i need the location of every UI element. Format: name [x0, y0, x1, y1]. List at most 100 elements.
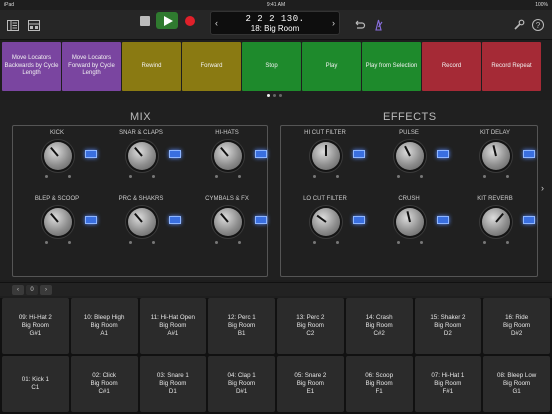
knob-range-dots	[45, 175, 71, 178]
effects-knob[interactable]	[482, 208, 510, 236]
record-button[interactable]	[185, 16, 195, 26]
effects-toggle-led[interactable]	[353, 150, 365, 158]
command-button[interactable]: Play	[302, 42, 361, 91]
stop-button[interactable]	[140, 16, 150, 26]
command-button[interactable]: Move Locators Backwards by Cycle Length	[2, 42, 61, 91]
knob-range-dots	[313, 175, 339, 178]
knob-range-dots	[215, 175, 241, 178]
effects-toggle-led[interactable]	[437, 216, 449, 224]
page-indicator	[267, 94, 282, 97]
drum-pad[interactable]: 04: Clap 1 Big Room D#1	[208, 356, 275, 412]
mix-knob[interactable]	[128, 208, 156, 236]
range-dot	[215, 175, 218, 178]
play-icon	[163, 15, 173, 26]
drum-pad[interactable]: 16: Ride Big Room D#2	[483, 298, 550, 354]
pad-kit: Big Room	[365, 379, 393, 387]
knob-range-dots	[129, 241, 155, 244]
mix-knob-cell: BLEP & SCOOP	[27, 196, 107, 256]
library-icon[interactable]	[6, 18, 20, 32]
pad-kit: Big Room	[296, 379, 324, 387]
mix-toggle-led[interactable]	[255, 150, 267, 158]
range-dot	[313, 175, 316, 178]
drum-pad[interactable]: 01: Kick 1 C1	[2, 356, 69, 412]
effects-box: HI CUT FILTER PULSE KIT DELAY LO CUT FILTER…	[280, 125, 538, 277]
mix-toggle-led[interactable]	[255, 216, 267, 224]
wrench-icon[interactable]	[512, 18, 526, 32]
effects-knob[interactable]	[396, 142, 424, 170]
mix-toggle-led[interactable]	[169, 150, 181, 158]
drum-pad[interactable]: 13: Perc 2 Big Room C2	[277, 298, 344, 354]
knob-range-dots	[45, 241, 71, 244]
pad-name: 10: Bleep High	[83, 313, 125, 321]
pad-kit: Big Room	[90, 321, 118, 329]
pad-kit: Big Room	[21, 321, 49, 329]
effects-knob[interactable]	[312, 142, 340, 170]
drum-pad[interactable]: 05: Snare 2 Big Room E1	[277, 356, 344, 412]
mix-panel: MIX KICK SNAR & CLAPS HI-HATS BLEP & SCOOP P…	[0, 100, 276, 280]
help-icon[interactable]: ?	[531, 18, 545, 32]
drum-pad[interactable]: 07: Hi-Hat 1 Big Room F#1	[414, 356, 482, 412]
drum-pad[interactable]: 09: Hi-Hat 2 Big Room G#1	[2, 298, 69, 354]
drum-pad[interactable]: 03: Snare 1 Big Room D1	[139, 356, 207, 412]
command-button[interactable]: Record	[422, 42, 481, 91]
knob-pointer	[50, 212, 59, 223]
page-dot	[267, 94, 270, 97]
bank-next-button[interactable]: ›	[40, 285, 52, 295]
mix-knob[interactable]	[44, 142, 72, 170]
mix-knob-cell: PRC & SHAKRS	[111, 196, 191, 256]
drum-pad[interactable]: 15: Shaker 2 Big Room D2	[414, 298, 482, 354]
mix-knob[interactable]	[44, 208, 72, 236]
next-page-arrow[interactable]: ›	[541, 183, 544, 193]
mixer-icon[interactable]	[27, 18, 41, 32]
mix-toggle-led[interactable]	[85, 216, 97, 224]
lcd-display[interactable]: ‹ 2 2 2 130. 18: Big Room ›	[210, 11, 340, 35]
mix-toggle-led[interactable]	[85, 150, 97, 158]
effects-knob[interactable]	[482, 142, 510, 170]
mix-knob[interactable]	[128, 142, 156, 170]
effects-knob-cell: KIT REVERB	[465, 196, 545, 256]
pad-note: A#1	[167, 330, 179, 338]
pad-name: 08: Bleep Low	[497, 371, 537, 379]
previous-patch-arrow[interactable]: ‹	[215, 18, 218, 28]
play-button[interactable]	[156, 12, 178, 29]
mix-title: MIX	[130, 111, 152, 123]
drum-pad[interactable]: 10: Bleep High Big Room A1	[70, 298, 138, 354]
command-button[interactable]: Play from Selection	[362, 42, 421, 91]
effects-toggle-led[interactable]	[523, 216, 535, 224]
pad-name: 12: Perc 1	[227, 313, 256, 321]
range-dot	[45, 175, 48, 178]
knob-pointer	[220, 146, 229, 157]
pad-note: C#1	[98, 388, 110, 396]
next-patch-arrow[interactable]: ›	[332, 18, 335, 28]
command-button[interactable]: Forward	[182, 42, 241, 91]
drum-pad[interactable]: 08: Bleep Low Big Room G1	[483, 356, 550, 412]
metronome-icon[interactable]	[371, 18, 385, 32]
command-button[interactable]: Move Locators Forward by Cycle Length	[62, 42, 121, 91]
mix-toggle-led[interactable]	[169, 216, 181, 224]
effects-toggle-led[interactable]	[523, 150, 535, 158]
bank-prev-button[interactable]: ‹	[12, 285, 24, 295]
effects-toggle-led[interactable]	[353, 216, 365, 224]
clock: 9:41 AM	[266, 2, 286, 8]
mix-box: KICK SNAR & CLAPS HI-HATS BLEP & SCOOP PRC &…	[12, 125, 268, 277]
drum-pad[interactable]: 06: Scoop Big Room F1	[345, 356, 413, 412]
range-dot	[68, 241, 71, 244]
pad-kit: Big Room	[434, 321, 462, 329]
effects-knob[interactable]	[396, 208, 424, 236]
range-dot	[238, 241, 241, 244]
mix-knob[interactable]	[214, 142, 242, 170]
pad-kit: Big Room	[296, 321, 324, 329]
cycle-icon[interactable]	[352, 18, 366, 32]
effects-toggle-led[interactable]	[437, 150, 449, 158]
drum-pad[interactable]: 14: Crash Big Room C#2	[345, 298, 413, 354]
drum-pad[interactable]: 02: Click Big Room C#1	[70, 356, 138, 412]
drum-pad[interactable]: 12: Perc 1 Big Room B1	[208, 298, 275, 354]
command-button[interactable]: Rewind	[122, 42, 181, 91]
drum-pad[interactable]: 11: Hi-Hat Open Big Room A#1	[139, 298, 207, 354]
command-button[interactable]: Stop	[242, 42, 301, 91]
pad-kit: Big Room	[90, 379, 118, 387]
effects-knob[interactable]	[312, 208, 340, 236]
mix-knob[interactable]	[214, 208, 242, 236]
knob-range-dots	[313, 241, 339, 244]
command-button[interactable]: Record Repeat	[482, 42, 541, 91]
